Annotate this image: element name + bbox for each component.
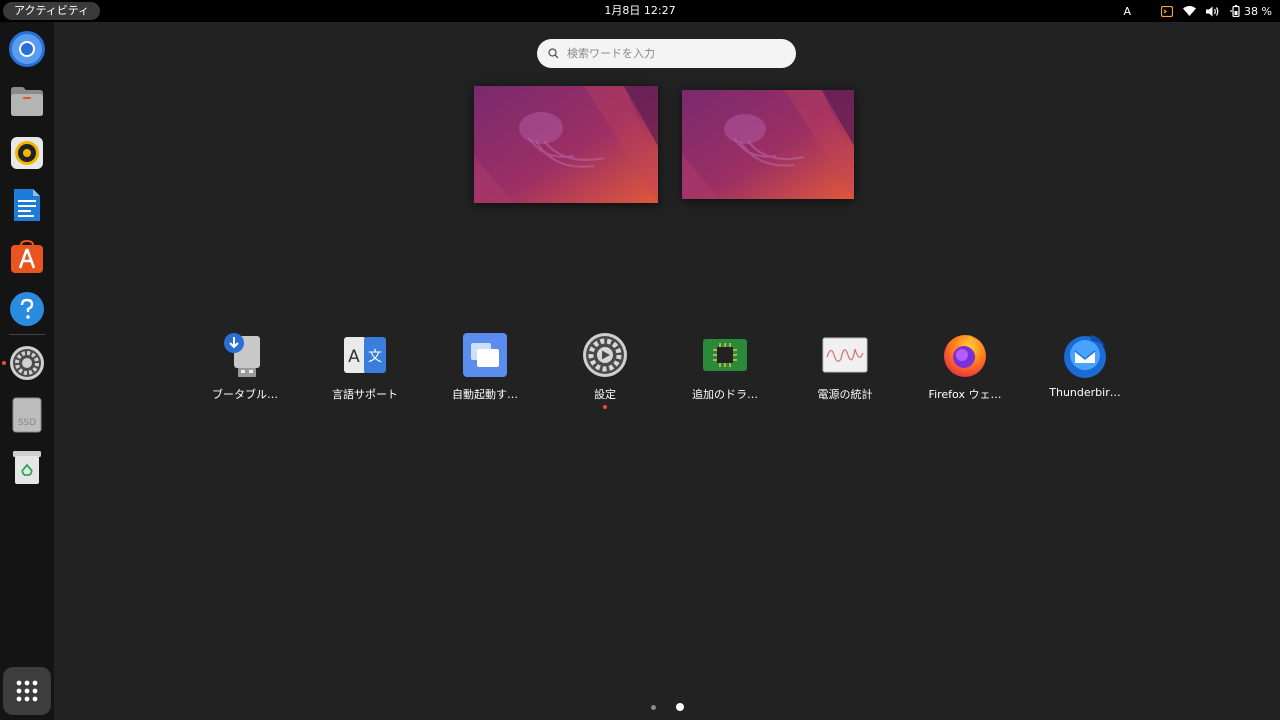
top-bar: アクティビティ 1月8日 12:27 A 38 % — [0, 0, 1280, 22]
workspace-thumbnail-2[interactable] — [682, 90, 854, 199]
input-method-indicator[interactable]: A — [1124, 5, 1132, 18]
dock-item-settings[interactable] — [7, 343, 47, 383]
app-language-support[interactable]: A 文 言語サポート — [305, 320, 425, 420]
dock-item-rhythmbox[interactable] — [7, 133, 47, 173]
app-label: 設定 — [594, 388, 616, 401]
running-indicator — [603, 405, 607, 409]
dock: SSD — [0, 22, 54, 720]
dock-item-chromium[interactable] — [7, 29, 47, 69]
wallpaper-image — [474, 86, 658, 203]
page-dot-1[interactable] — [651, 705, 656, 710]
app-label: 言語サポート — [332, 388, 398, 401]
dock-item-writer[interactable] — [7, 185, 47, 225]
search-box[interactable] — [537, 39, 796, 68]
clock-label[interactable]: 1月8日 12:27 — [604, 4, 675, 17]
app-thunderbird[interactable]: Thunderbir… — [1025, 320, 1145, 420]
app-label: 追加のドラ… — [692, 388, 758, 401]
app-power-statistics[interactable]: 電源の統計 — [785, 320, 905, 420]
ssd-label: SSD — [18, 418, 36, 428]
dock-item-help[interactable] — [7, 289, 47, 329]
battery-percent: 38 % — [1244, 4, 1272, 18]
app-label: 自動起動す… — [452, 388, 518, 401]
firefox-icon — [941, 331, 989, 379]
dock-separator — [9, 334, 45, 335]
startup-apps-icon — [461, 331, 509, 379]
app-label: ブータブル… — [212, 388, 278, 401]
system-tray[interactable]: A 38 % — [1124, 0, 1272, 22]
battery-indicator[interactable]: 38 % — [1229, 5, 1272, 18]
gear-icon — [10, 346, 44, 380]
speaker-icon — [11, 137, 43, 169]
search-icon — [548, 48, 559, 59]
app-firefox[interactable]: Firefox ウェ… — [905, 320, 1025, 420]
app-additional-drivers[interactable]: 追加のドラ… — [665, 320, 785, 420]
dock-item-ssd[interactable]: SSD — [7, 395, 47, 435]
svg-text:A: A — [348, 347, 360, 367]
battery-icon — [1230, 5, 1240, 17]
app-label: Firefox ウェ… — [928, 388, 1002, 401]
running-indicator — [2, 361, 6, 365]
dock-item-files[interactable] — [7, 81, 47, 121]
dock-item-software[interactable] — [7, 237, 47, 277]
chromium-icon — [9, 31, 45, 67]
volume-icon[interactable] — [1206, 6, 1219, 17]
chip-icon — [701, 331, 749, 379]
svg-text:文: 文 — [368, 349, 382, 365]
app-label: Thunderbir… — [1049, 386, 1121, 399]
app-store-icon — [11, 239, 43, 273]
wallpaper-image — [682, 90, 854, 199]
activities-button[interactable]: アクティビティ — [3, 2, 101, 20]
power-stats-icon — [821, 331, 869, 379]
search-input[interactable] — [567, 47, 787, 60]
thunderbird-icon — [1061, 331, 1109, 379]
dock-item-trash[interactable] — [7, 447, 47, 487]
grid-icon — [16, 680, 38, 702]
clock: 1月8日 12:27 — [0, 0, 1280, 22]
document-icon — [14, 189, 40, 221]
wifi-icon[interactable] — [1183, 6, 1197, 16]
app-usb-creator[interactable]: ブータブル… — [185, 320, 305, 420]
app-label: 電源の統計 — [817, 388, 873, 401]
folder-icon — [11, 87, 43, 116]
help-icon — [10, 292, 44, 326]
trash-icon — [13, 451, 41, 484]
usb-creator-icon — [221, 331, 269, 379]
language-icon: A 文 — [341, 331, 389, 379]
drive-icon: SSD — [12, 397, 42, 433]
app-startup-applications[interactable]: 自動起動す… — [425, 320, 545, 420]
show-apps-button[interactable] — [3, 667, 51, 715]
page-dot-2-active[interactable] — [676, 703, 684, 711]
app-grid: ブータブル… A 文 言語サポート 自動起動す… 設定 追加のドラ… 電源の統計… — [185, 320, 1145, 420]
settings-icon — [581, 331, 629, 379]
app-settings[interactable]: 設定 — [545, 320, 665, 420]
workspace-thumbnail-1[interactable] — [474, 86, 658, 203]
terminal-notification-icon[interactable] — [1161, 5, 1174, 17]
